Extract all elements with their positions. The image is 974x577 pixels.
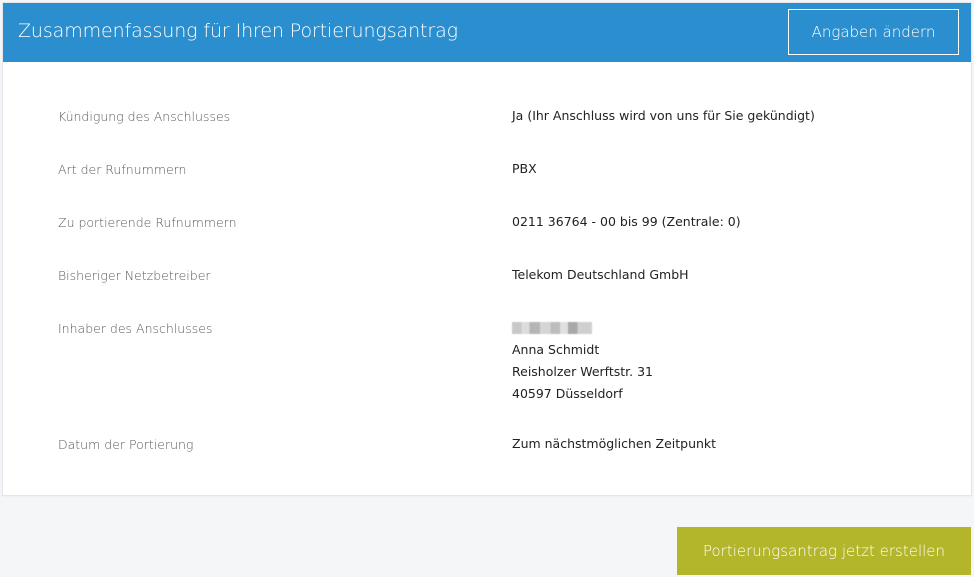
previous-carrier-value: Telekom Deutschland GmbH	[512, 267, 689, 282]
termination-label: Kündigung des Anschlusses	[58, 109, 231, 124]
summary-header: Zusammenfassung für Ihren Portierungsant…	[3, 3, 971, 62]
page-title: Zusammenfassung für Ihren Portierungsant…	[18, 20, 458, 42]
previous-carrier-label: Bisheriger Netzbetreiber	[58, 268, 211, 283]
summary-card: Zusammenfassung für Ihren Portierungsant…	[2, 2, 972, 496]
owner-street: Reisholzer Werftstr. 31	[512, 364, 654, 379]
numbers-to-port-value: 0211 36764 - 00 bis 99 (Zentrale: 0)	[512, 214, 741, 229]
owner-value: Anna Schmidt Reisholzer Werftstr. 31 405…	[512, 317, 653, 405]
owner-label: Inhaber des Anschlusses	[58, 321, 213, 336]
porting-date-value: Zum nächstmöglichen Zeitpunkt	[512, 436, 717, 451]
number-type-label: Art der Rufnummern	[58, 162, 187, 177]
numbers-to-port-label: Zu portierende Rufnummern	[58, 215, 237, 230]
number-type-value: PBX	[512, 161, 537, 176]
owner-name: Anna Schmidt	[512, 342, 600, 357]
redacted-owner-line	[512, 322, 592, 334]
create-porting-request-button[interactable]: Portierungsantrag jetzt erstellen	[677, 527, 971, 575]
edit-details-button[interactable]: Angaben ändern	[788, 9, 959, 55]
porting-date-label: Datum der Portierung	[58, 437, 194, 452]
owner-city: 40597 Düsseldorf	[512, 386, 623, 401]
termination-value: Ja (Ihr Anschluss wird von uns für Sie g…	[512, 108, 815, 123]
